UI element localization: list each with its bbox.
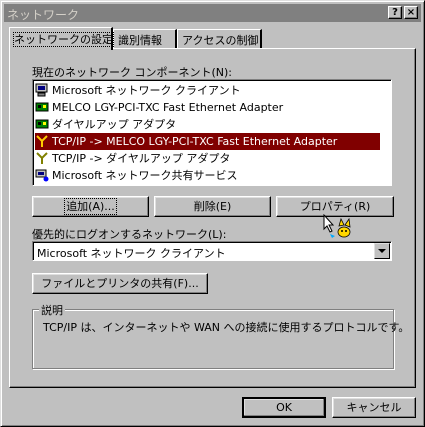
description-text: TCP/IP は、インターネットや WAN への接続に使用するプロトコルです。: [43, 321, 410, 334]
add-button[interactable]: 追加(A)...: [32, 196, 149, 217]
list-item-label: Microsoft ネットワーク共有サービス: [52, 169, 238, 182]
tab-identification[interactable]: 識別情報: [113, 29, 177, 48]
primary-logon-select[interactable]: Microsoft ネットワーク クライアント: [32, 241, 392, 261]
remove-button[interactable]: 削除(E): [154, 196, 271, 217]
properties-button-label: プロパティ(R): [299, 200, 371, 213]
list-item[interactable]: ダイヤルアップ アダプタ: [35, 116, 380, 133]
list-item-label: ダイヤルアップ アダプタ: [52, 118, 177, 131]
list-item[interactable]: MELCO LGY-PCI-TXC Fast Ethernet Adapter: [35, 99, 380, 116]
client-icon: [35, 83, 48, 97]
protocol-icon: [36, 135, 48, 147]
animated-cursor-icon: [323, 214, 351, 238]
title-bar[interactable]: ネットワーク ? ×: [4, 4, 421, 22]
list-item[interactable]: TCP/IP -> MELCO LGY-PCI-TXC Fast Etherne…: [35, 133, 380, 150]
primary-logon-label: 優先的にログオンするネットワーク(L):: [32, 228, 227, 241]
components-list[interactable]: Microsoft ネットワーク クライアント MELCO LGY-PCI-TX…: [32, 79, 392, 186]
file-printer-sharing-label: ファイルとプリンタの共有(F)...: [41, 277, 199, 290]
list-item-label: TCP/IP -> MELCO LGY-PCI-TXC Fast Etherne…: [52, 135, 338, 148]
adapter-icon: [35, 102, 49, 112]
tab-access-control[interactable]: アクセスの制御: [177, 29, 262, 48]
list-item[interactable]: Microsoft ネットワーク共有サービス: [35, 167, 380, 184]
description-group: [32, 309, 394, 369]
tab-network-settings-label: ネットワークの設定: [13, 32, 114, 47]
adapter-icon: [35, 119, 49, 129]
help-button[interactable]: ?: [388, 6, 402, 19]
file-printer-sharing-button[interactable]: ファイルとプリンタの共有(F)...: [32, 273, 208, 294]
ok-button-label: OK: [276, 401, 292, 414]
tab-identification-label: 識別情報: [118, 34, 162, 47]
cancel-button-label: キャンセル: [346, 401, 402, 414]
list-item[interactable]: TCP/IP -> ダイヤルアップ アダプタ: [35, 150, 380, 167]
cancel-button[interactable]: キャンセル: [332, 397, 416, 418]
tab-network-settings[interactable]: ネットワークの設定: [9, 27, 114, 50]
description-title: 説明: [39, 302, 65, 318]
components-label: 現在のネットワーク コンポーネント(N):: [32, 66, 233, 79]
network-dialog: ネットワーク ? × ネットワークの設定 識別情報 アクセスの制御 現在のネット…: [0, 0, 425, 427]
list-item-label: MELCO LGY-PCI-TXC Fast Ethernet Adapter: [52, 101, 284, 114]
primary-logon-value: Microsoft ネットワーク クライアント: [37, 247, 226, 260]
close-button[interactable]: ×: [404, 6, 418, 19]
list-item-label: Microsoft ネットワーク クライアント: [52, 84, 241, 97]
window-title: ネットワーク: [7, 8, 80, 22]
list-item-label: TCP/IP -> ダイヤルアップ アダプタ: [52, 152, 231, 165]
list-item[interactable]: Microsoft ネットワーク クライアント: [35, 82, 380, 99]
protocol-icon: [36, 152, 48, 164]
service-icon: [35, 169, 49, 182]
add-button-label: 追加(A)...: [64, 198, 117, 215]
remove-button-label: 削除(E): [193, 200, 232, 213]
ok-button[interactable]: OK: [242, 397, 326, 418]
tab-access-control-label: アクセスの制御: [182, 34, 259, 47]
chevron-down-icon[interactable]: [374, 243, 390, 259]
